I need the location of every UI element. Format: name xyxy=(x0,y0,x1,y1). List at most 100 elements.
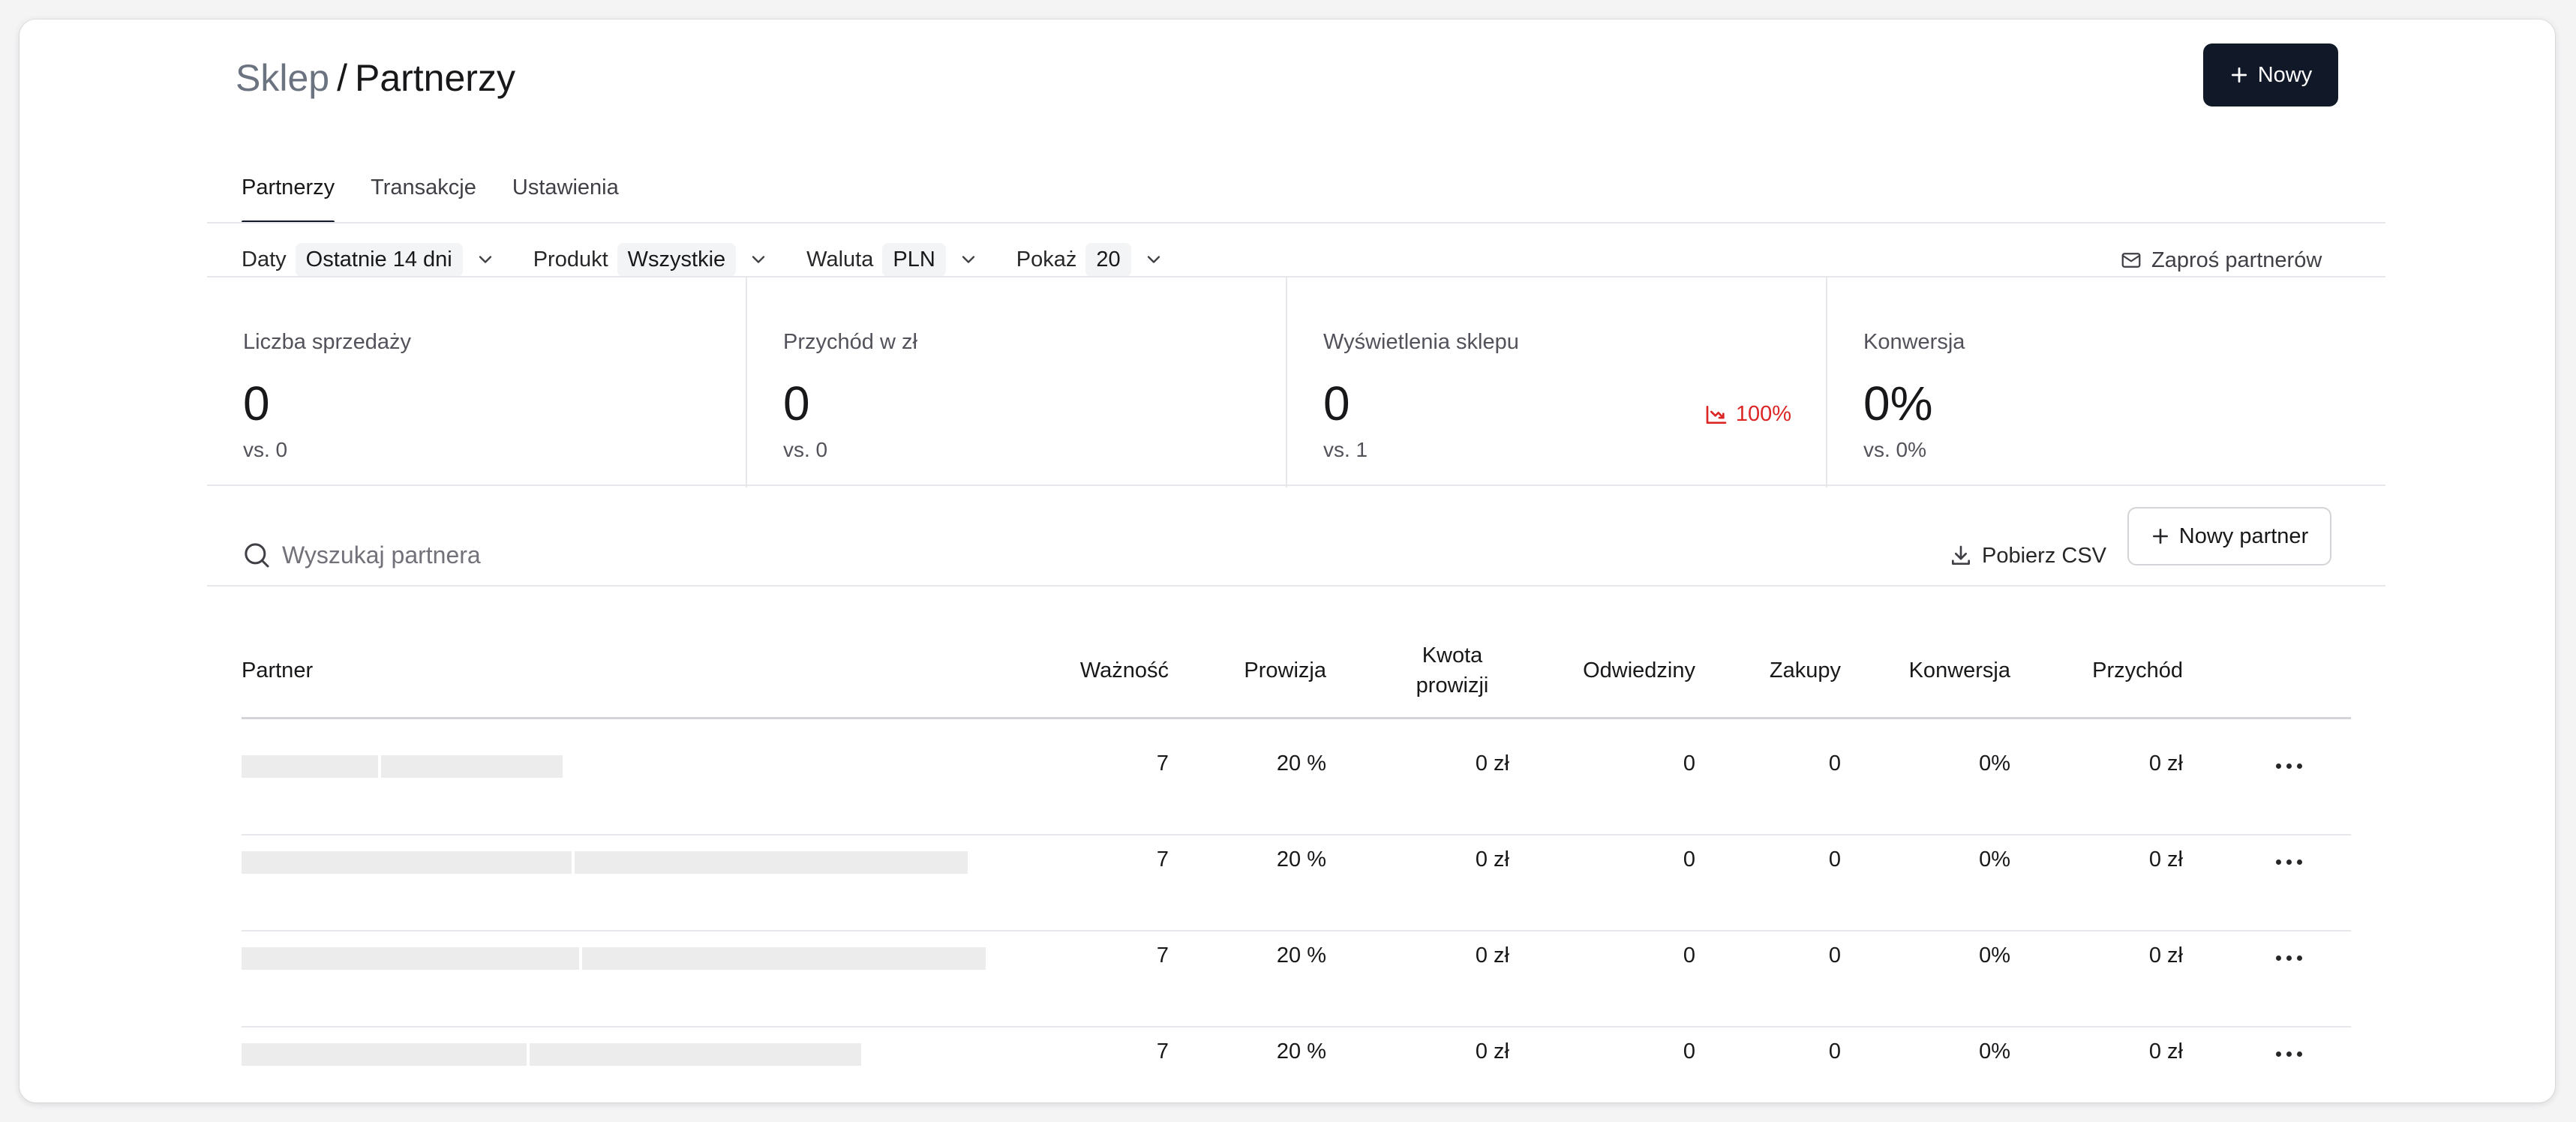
divider xyxy=(207,585,2385,586)
filter-currency-value[interactable]: PLN xyxy=(882,242,946,277)
partner-email-skeleton xyxy=(575,851,968,874)
cell-commission: 20 % xyxy=(1276,944,1326,968)
filter-currency[interactable]: Waluta PLN xyxy=(806,242,979,277)
chevron-down-icon[interactable] xyxy=(958,249,979,270)
column-header-partner[interactable]: Partner xyxy=(242,656,313,686)
new-button[interactable]: Nowy xyxy=(2203,44,2338,106)
partner-email-skeleton xyxy=(530,1043,861,1066)
cell-validity: 7 xyxy=(1156,1040,1169,1064)
cell-purchases: 0 xyxy=(1828,1040,1841,1064)
partner-email-skeleton xyxy=(381,755,563,778)
breadcrumb-parent[interactable]: Sklep xyxy=(236,57,329,99)
cell-purchases: 0 xyxy=(1828,848,1841,872)
cell-purchases: 0 xyxy=(1828,752,1841,776)
invite-partners-label: Zaproś partnerów xyxy=(2151,248,2322,272)
cell-validity: 7 xyxy=(1156,944,1169,968)
more-horizontal-icon[interactable] xyxy=(2276,1052,2302,1057)
stat-comparison: vs. 1 xyxy=(1323,438,1368,461)
stat-value: 0 xyxy=(1323,376,1350,430)
download-icon xyxy=(1952,545,1970,565)
new-button-label: Nowy xyxy=(2257,62,2313,87)
plus-icon xyxy=(2231,67,2247,83)
trending-down-icon xyxy=(1706,405,1727,424)
chevron-down-icon[interactable] xyxy=(748,249,769,270)
breadcrumb-separator: / xyxy=(337,57,347,99)
cell-validity: 7 xyxy=(1156,848,1169,872)
download-csv-button[interactable]: Pobierz CSV xyxy=(1949,537,2106,574)
new-partner-label: Nowy partner xyxy=(2178,524,2309,548)
partner-email-skeleton xyxy=(582,947,986,970)
more-horizontal-icon[interactable] xyxy=(2276,764,2302,769)
cell-conversion: 0% xyxy=(1979,848,2010,872)
breadcrumb-current: Partnerzy xyxy=(354,57,515,99)
column-header-purchases[interactable]: Zakupy xyxy=(1707,656,1841,686)
tab-settings[interactable]: Ustawienia xyxy=(512,154,619,224)
table-row[interactable]: 7 20 % 0 zł 0 0 0% 0 zł xyxy=(242,1006,2351,1102)
search-bar[interactable]: Wyszukaj partnera xyxy=(242,531,481,579)
partner-name-skeleton xyxy=(242,1043,527,1066)
cell-commission: 20 % xyxy=(1276,848,1326,872)
filter-dates-value[interactable]: Ostatnie 14 dni xyxy=(295,242,463,277)
table-row[interactable]: 7 20 % 0 zł 0 0 0% 0 zł xyxy=(242,718,2351,814)
chevron-down-icon[interactable] xyxy=(475,249,496,270)
cell-revenue: 0 zł xyxy=(2148,848,2183,872)
stat-delta-value: 100% xyxy=(1735,402,1791,426)
tab-partners[interactable]: Partnerzy xyxy=(242,154,335,224)
plus-icon xyxy=(2152,529,2168,544)
more-horizontal-icon[interactable] xyxy=(2276,860,2302,865)
filter-dates[interactable]: Daty Ostatnie 14 dni xyxy=(242,242,496,277)
more-horizontal-icon[interactable] xyxy=(2276,956,2302,961)
cell-conversion: 0% xyxy=(1979,1040,2010,1064)
filter-show-value[interactable]: 20 xyxy=(1085,242,1131,277)
cell-visits: 0 xyxy=(1683,944,1695,968)
partner-name-skeleton xyxy=(242,755,378,778)
cell-revenue: 0 zł xyxy=(2148,1040,2183,1064)
divider xyxy=(207,484,2385,486)
column-header-conversion[interactable]: Konwersja xyxy=(1850,656,2010,686)
tab-transactions[interactable]: Transakcje xyxy=(371,154,476,224)
cell-revenue: 0 zł xyxy=(2148,752,2183,776)
column-header-commission[interactable]: Prowizja xyxy=(1175,656,1326,686)
cell-commission-amount: 0 zł xyxy=(1475,752,1509,776)
filter-dates-label: Daty xyxy=(242,247,287,272)
column-header-visits[interactable]: Odwiedziny xyxy=(1550,656,1695,686)
new-partner-button[interactable]: Nowy partner xyxy=(2127,507,2331,566)
chevron-down-icon[interactable] xyxy=(1143,249,1164,270)
filter-show-label: Pokaż xyxy=(1016,247,1077,272)
table-row[interactable]: 7 20 % 0 zł 0 0 0% 0 zł xyxy=(242,814,2351,910)
filter-product[interactable]: Produkt Wszystkie xyxy=(533,242,769,277)
cell-visits: 0 xyxy=(1683,848,1695,872)
mail-icon xyxy=(2121,253,2141,268)
cell-commission-amount: 0 zł xyxy=(1475,944,1509,968)
stat-delta: 100% xyxy=(1704,402,1791,427)
filter-show[interactable]: Pokaż 20 xyxy=(1016,242,1164,277)
stat-value: 0% xyxy=(1863,376,1933,430)
filter-product-value[interactable]: Wszystkie xyxy=(617,242,737,277)
page-title: Sklep / Partnerzy xyxy=(236,51,515,105)
column-header-revenue[interactable]: Przychód xyxy=(2022,656,2183,686)
stat-label: Konwersja xyxy=(1863,330,1965,354)
partner-name-skeleton xyxy=(242,947,579,970)
column-header-commission-amount-line1: Kwota xyxy=(1422,644,1483,668)
partner-name-skeleton xyxy=(242,851,572,874)
cell-visits: 0 xyxy=(1683,1040,1695,1064)
cell-purchases: 0 xyxy=(1828,944,1841,968)
cell-commission-amount: 0 zł xyxy=(1475,848,1509,872)
table-row[interactable]: 7 20 % 0 zł 0 0 0% 0 zł xyxy=(242,910,2351,1006)
stat-value: 0 xyxy=(243,376,270,430)
filter-product-label: Produkt xyxy=(533,247,608,272)
invite-partners-link[interactable]: Zaproś partnerów xyxy=(2120,242,2322,279)
divider xyxy=(207,222,2385,224)
column-header-commission-amount-line2: prowizji xyxy=(1416,674,1489,698)
download-csv-label: Pobierz CSV xyxy=(1982,543,2107,568)
stat-revenue: Przychód w zł 0 vs. 0 xyxy=(747,278,1287,488)
column-header-validity[interactable]: Ważność xyxy=(995,656,1169,686)
cell-validity: 7 xyxy=(1156,752,1169,776)
stat-label: Przychód w zł xyxy=(783,330,917,354)
stat-value: 0 xyxy=(783,376,810,430)
cell-conversion: 0% xyxy=(1979,944,2010,968)
cell-commission-amount: 0 zł xyxy=(1475,1040,1509,1064)
search-input[interactable]: Wyszukaj partnera xyxy=(282,542,481,569)
column-header-commission-amount[interactable]: Kwota prowizji xyxy=(1370,640,1535,700)
search-icon xyxy=(245,543,269,568)
